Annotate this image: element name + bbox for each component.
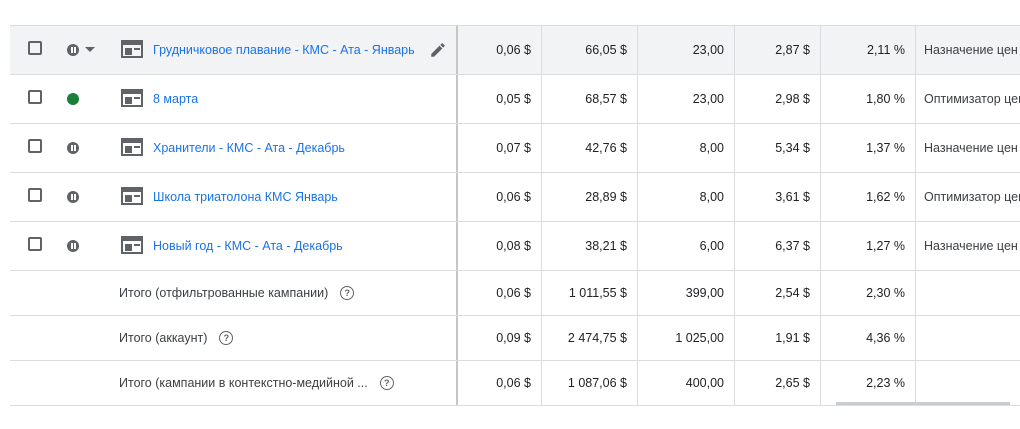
- totals-label-wrap: Итого (кампании в контекстно-медийной ..…: [119, 361, 394, 405]
- bid-strategy-cell: Назначение цен: [915, 222, 1020, 270]
- display-campaign-icon: [121, 187, 143, 205]
- campaign-row[interactable]: Новый год - КМС - Ата - Декабрь 0,08 $ 3…: [10, 222, 1020, 271]
- campaign-row[interactable]: Хранители - КМС - Ата - Декабрь 0,07 $ 4…: [10, 124, 1020, 173]
- metric-cell: 0,06 $: [456, 361, 541, 405]
- campaign-row[interactable]: 8 марта 0,05 $ 68,57 $ 23,00 2,98 $ 1,80…: [10, 75, 1020, 124]
- campaign-name-link[interactable]: Хранители - КМС - Ата - Декабрь: [153, 124, 345, 172]
- totals-label-cell: Итого (аккаунт) ?: [10, 316, 456, 360]
- display-campaign-icon: [121, 40, 143, 58]
- metric-cell: 0,06 $: [456, 26, 541, 74]
- metric-cell: 28,89 $: [541, 173, 637, 221]
- metric-cell: 6,37 $: [734, 222, 820, 270]
- help-icon[interactable]: ?: [219, 331, 234, 345]
- metric-cell: 2,30 %: [820, 271, 915, 315]
- paused-status-icon[interactable]: [67, 191, 79, 203]
- paused-status-icon[interactable]: [67, 44, 79, 56]
- metric-cell: 2,54 $: [734, 271, 820, 315]
- metric-cell: 6,00: [637, 222, 734, 270]
- empty-cell: [915, 271, 1020, 315]
- metric-cell: 399,00: [637, 271, 734, 315]
- paused-status-icon[interactable]: [67, 142, 79, 154]
- totals-row: Итого (отфильтрованные кампании) ? 0,06 …: [10, 271, 1020, 316]
- metric-cell: 0,06 $: [456, 271, 541, 315]
- status-dropdown-chevron-icon[interactable]: [85, 47, 95, 52]
- paused-status-icon[interactable]: [67, 240, 79, 252]
- metric-cell: 0,08 $: [456, 222, 541, 270]
- display-campaign-icon: [121, 236, 143, 254]
- metric-cell: 2,98 $: [734, 75, 820, 123]
- bid-strategy-cell: Оптимизатор цен: [915, 173, 1020, 221]
- metric-cell: 4,36 %: [820, 316, 915, 360]
- metric-cell: 2,65 $: [734, 361, 820, 405]
- help-icon[interactable]: ?: [340, 286, 355, 300]
- totals-row: Итого (аккаунт) ? 0,09 $ 2 474,75 $ 1 02…: [10, 316, 1020, 361]
- campaign-name-link[interactable]: Грудничковое плавание - КМС - Ата - Янва…: [153, 26, 415, 74]
- metric-cell: 66,05 $: [541, 26, 637, 74]
- campaign-name-link[interactable]: Школа триатолона КМС Январь: [153, 173, 338, 221]
- metric-cell: 0,05 $: [456, 75, 541, 123]
- row-checkbox[interactable]: [28, 41, 42, 55]
- metric-cell: 1,80 %: [820, 75, 915, 123]
- totals-label: Итого (аккаунт): [119, 331, 208, 345]
- edit-pencil-icon[interactable]: [429, 41, 447, 59]
- totals-row: Итого (кампании в контекстно-медийной ..…: [10, 361, 1020, 406]
- metric-cell: 1,27 %: [820, 222, 915, 270]
- campaign-name-link[interactable]: 8 марта: [153, 75, 198, 123]
- metric-cell: 38,21 $: [541, 222, 637, 270]
- metric-cell: 5,34 $: [734, 124, 820, 172]
- metric-cell: 1,62 %: [820, 173, 915, 221]
- empty-cell: [915, 316, 1020, 360]
- active-status-icon[interactable]: [67, 93, 79, 105]
- metric-cell: 1,91 $: [734, 316, 820, 360]
- metric-cell: 400,00: [637, 361, 734, 405]
- campaign-cell: 8 марта: [10, 75, 456, 123]
- totals-label-cell: Итого (кампании в контекстно-медийной ..…: [10, 361, 456, 405]
- totals-label: Итого (отфильтрованные кампании): [119, 286, 329, 300]
- metric-cell: 23,00: [637, 75, 734, 123]
- metric-cell: 8,00: [637, 173, 734, 221]
- display-campaign-icon: [121, 89, 143, 107]
- metric-cell: 1,37 %: [820, 124, 915, 172]
- metric-cell: 23,00: [637, 26, 734, 74]
- campaign-cell: Грудничковое плавание - КМС - Ата - Янва…: [10, 26, 456, 74]
- metric-cell: 0,06 $: [456, 173, 541, 221]
- metric-cell: 1 025,00: [637, 316, 734, 360]
- metric-cell: 0,09 $: [456, 316, 541, 360]
- metric-cell: 2 474,75 $: [541, 316, 637, 360]
- display-campaign-icon: [121, 138, 143, 156]
- campaign-name-link[interactable]: Новый год - КМС - Ата - Декабрь: [153, 222, 343, 270]
- metric-cell: 2,87 $: [734, 26, 820, 74]
- horizontal-scrollbar[interactable]: [836, 402, 1010, 405]
- totals-label-wrap: Итого (отфильтрованные кампании) ?: [119, 271, 355, 315]
- help-icon[interactable]: ?: [379, 376, 394, 390]
- totals-label: Итого (кампании в контекстно-медийной ..…: [119, 376, 368, 390]
- metric-cell: 1 087,06 $: [541, 361, 637, 405]
- campaign-cell: Школа триатолона КМС Январь: [10, 173, 456, 221]
- totals-label-cell: Итого (отфильтрованные кампании) ?: [10, 271, 456, 315]
- metric-cell: 42,76 $: [541, 124, 637, 172]
- campaign-row[interactable]: Школа триатолона КМС Январь 0,06 $ 28,89…: [10, 173, 1020, 222]
- bid-strategy-cell: Назначение цен: [915, 26, 1020, 74]
- totals-label-wrap: Итого (аккаунт) ?: [119, 316, 234, 360]
- row-checkbox[interactable]: [28, 237, 42, 251]
- metric-cell: 8,00: [637, 124, 734, 172]
- empty-cell: [915, 361, 1020, 405]
- metric-cell: 0,07 $: [456, 124, 541, 172]
- metric-cell: 2,11 %: [820, 26, 915, 74]
- metric-cell: 1 011,55 $: [541, 271, 637, 315]
- row-checkbox[interactable]: [28, 139, 42, 153]
- row-checkbox[interactable]: [28, 90, 42, 104]
- row-checkbox[interactable]: [28, 188, 42, 202]
- metric-cell: 2,23 %: [820, 361, 915, 405]
- campaign-cell: Новый год - КМС - Ата - Декабрь: [10, 222, 456, 270]
- bid-strategy-cell: Оптимизатор цен: [915, 75, 1020, 123]
- campaigns-table: Грудничковое плавание - КМС - Ата - Янва…: [10, 25, 1020, 406]
- metric-cell: 68,57 $: [541, 75, 637, 123]
- bid-strategy-cell: Назначение цен: [915, 124, 1020, 172]
- metric-cell: 3,61 $: [734, 173, 820, 221]
- campaign-row[interactable]: Грудничковое плавание - КМС - Ата - Янва…: [10, 25, 1020, 75]
- campaign-cell: Хранители - КМС - Ата - Декабрь: [10, 124, 456, 172]
